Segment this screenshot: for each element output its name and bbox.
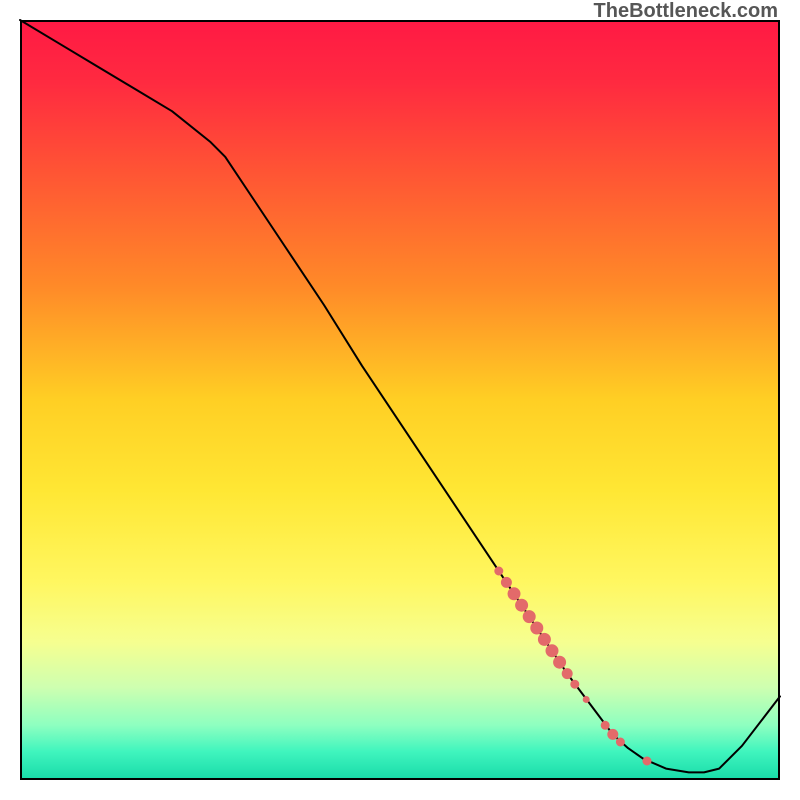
data-marker: [531, 622, 543, 634]
data-marker: [601, 721, 609, 729]
data-markers: [495, 567, 651, 765]
chart-overlay: [20, 20, 780, 780]
data-marker: [523, 611, 535, 623]
data-marker: [546, 645, 558, 657]
data-marker: [608, 729, 618, 739]
data-marker: [554, 656, 566, 668]
data-marker: [501, 577, 511, 587]
data-marker: [616, 738, 624, 746]
chart-container: TheBottleneck.com: [0, 0, 800, 800]
data-marker: [562, 669, 572, 679]
data-marker: [571, 680, 579, 688]
data-marker: [495, 567, 503, 575]
data-marker: [583, 696, 589, 702]
data-marker: [516, 599, 528, 611]
data-marker: [643, 757, 651, 765]
data-marker: [508, 588, 520, 600]
bottleneck-curve-line: [20, 20, 780, 772]
data-marker: [538, 633, 550, 645]
